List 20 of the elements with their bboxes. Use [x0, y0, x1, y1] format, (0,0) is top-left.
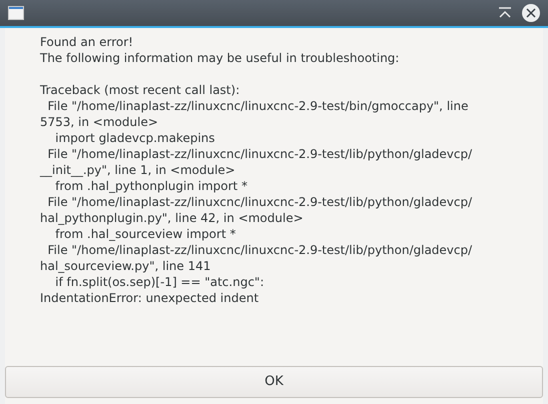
traceback-line: File "/home/linaplast-zz/linuxcnc/linuxcnc-2.9-test/lib/python/gladevcp/: [46, 242, 472, 258]
traceback-line: 5753, in <module>: [40, 114, 158, 130]
traceback-line: from .hal_sourceview import *: [54, 226, 236, 242]
traceback-line: File "/home/linaplast-zz/linuxcnc/linuxcnc-2.9-test/bin/gmoccapy", line: [46, 98, 468, 114]
traceback-line: __init__.py", line 1, in <module>: [40, 162, 236, 178]
message-text: The following information may be useful in troubleshooting:: [40, 50, 400, 66]
traceback-line: File "/home/linaplast-zz/linuxcnc/linuxcnc-2.9-test/lib/python/gladevcp/: [46, 194, 472, 210]
traceback-line: from .hal_pythonplugin import *: [54, 178, 248, 194]
ok-button[interactable]: OK: [5, 366, 543, 398]
traceback-line: Traceback (most recent call last):: [40, 82, 240, 98]
traceback-line: File "/home/linaplast-zz/linuxcnc/linuxcnc-2.9-test/lib/python/gladevcp/: [46, 146, 472, 162]
traceback-line: IndentationError: unexpected indent: [40, 290, 259, 306]
traceback-line: hal_sourceview.py", line 141: [40, 258, 211, 274]
close-icon[interactable]: [522, 4, 540, 22]
traceback-line: import gladevcp.makepins: [54, 130, 215, 146]
traceback-line: hal_pythonplugin.py", line 42, in <module>: [40, 210, 304, 226]
minimize-icon[interactable]: [498, 7, 512, 19]
window-icon: [8, 6, 24, 20]
message-text: Found an error!: [40, 34, 134, 50]
traceback-line: if fn.split(os.sep)[-1] == "atc.ngc":: [54, 274, 264, 290]
